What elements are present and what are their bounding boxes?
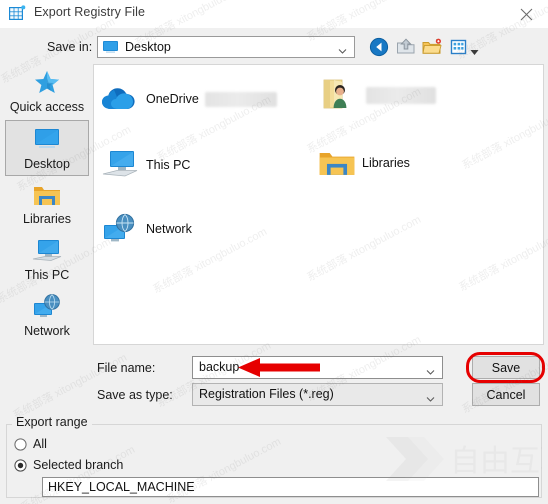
selected-branch-value: HKEY_LOCAL_MACHINE [48,480,195,494]
radio-export-selected-branch[interactable]: Selected branch [14,458,123,472]
list-item[interactable] [316,75,436,115]
list-item-label: This PC [146,158,191,172]
radio-label: Selected branch [33,458,124,472]
save-as-type-label: Save as type: [97,388,173,402]
place-label: Libraries [23,212,71,226]
list-item[interactable]: Libraries [316,143,410,183]
back-arrow-icon [369,37,389,57]
save-in-value: Desktop [125,40,171,54]
close-icon [520,8,532,20]
save-in-label: Save in: [47,40,93,54]
place-desktop[interactable]: Desktop [5,120,89,176]
redacted-label [204,91,277,107]
network-globe-icon [30,291,64,323]
radio-checked-icon [14,458,27,472]
place-label: Quick access [9,100,85,114]
place-quick-access[interactable]: Quick access [5,64,89,120]
chevron-down-icon[interactable] [426,363,435,375]
list-item[interactable]: Network [100,209,192,249]
star-icon [30,67,64,99]
window-title: Export Registry File [34,5,146,19]
new-folder-icon [422,38,442,54]
place-libraries[interactable]: Libraries [5,176,89,232]
place-label: Network [24,324,70,338]
radio-export-all[interactable]: All [14,437,47,451]
network-globe-icon [100,209,142,249]
list-item-label: Libraries [362,156,410,170]
registry-editor-icon [8,5,26,23]
onedrive-cloud-icon [100,79,142,119]
place-label: Desktop [24,157,70,171]
radio-label: All [33,437,47,451]
views-button[interactable] [448,36,470,58]
place-label: This PC [24,268,70,282]
save-button[interactable]: Save [472,356,540,379]
save-in-combobox[interactable]: Desktop [97,36,355,58]
file-name-value: backup [199,360,240,374]
list-item[interactable]: OneDrive [100,79,277,119]
chevron-down-icon[interactable] [426,390,435,402]
file-name-label: File name: [97,361,156,375]
places-bar: Quick access Desktop Libraries This PC N… [5,64,89,345]
title-bar: Export Registry File [0,0,548,28]
place-this-pc[interactable]: This PC [5,232,89,288]
computer-icon [100,145,142,185]
libraries-folder-icon [30,179,64,211]
views-grid-icon [450,39,467,55]
save-as-type-value: Registration Files (*.reg) [199,387,334,401]
redacted-label [366,86,436,104]
export-registry-file-dialog: Export Registry File Save in: Desktop Qu… [0,0,548,504]
back-button[interactable] [368,36,390,58]
save-as-type-select[interactable]: Registration Files (*.reg) [192,383,443,406]
up-one-level-button[interactable] [395,36,417,58]
close-button[interactable] [504,0,548,28]
monitor-icon [30,124,64,156]
selected-branch-input[interactable]: HKEY_LOCAL_MACHINE [42,477,539,497]
cancel-button[interactable]: Cancel [472,383,540,406]
place-network[interactable]: Network [5,288,89,344]
file-name-input[interactable]: backup [192,356,443,379]
user-folder-icon [316,75,358,115]
up-folder-icon [397,38,415,54]
export-range-legend: Export range [12,415,92,429]
computer-icon [30,235,64,267]
list-item[interactable]: This PC [100,145,190,185]
list-item-label: Network [146,222,192,236]
chevron-down-icon [338,43,347,54]
file-list[interactable]: OneDrive This PC Network Libraries [93,64,544,345]
libraries-folder-icon [316,143,358,183]
monitor-icon [102,40,119,54]
radio-unchecked-icon [14,437,27,451]
list-item-label: OneDrive [146,92,199,106]
create-new-folder-button[interactable] [421,36,443,58]
views-chevron-down-icon[interactable] [470,43,479,55]
